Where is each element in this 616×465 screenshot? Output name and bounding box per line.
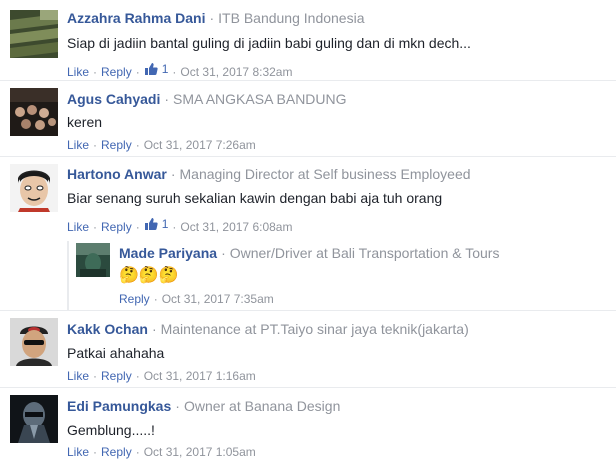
- separator-dot: ·: [151, 321, 157, 337]
- comment-item: Kakk Ochan · Maintenance at PT.Taiyo sinar…: [0, 310, 616, 386]
- avatar[interactable]: [10, 164, 58, 212]
- avatar-image: [10, 395, 58, 443]
- comment-author-link[interactable]: Edi Pamungkas: [67, 398, 171, 414]
- comment-actions: Like · Reply · 1 · Oct 31, 2017 8:32am: [67, 61, 292, 80]
- reply-button[interactable]: Reply: [101, 138, 132, 152]
- comment-actions: Like · Reply · Oct 31, 2017 1:16am: [67, 368, 256, 384]
- comment-author-link[interactable]: Azzahra Rahma Dani: [67, 10, 205, 26]
- comment-text: Siap di jadiin bantal guling di jadiin b…: [67, 35, 471, 51]
- like-button[interactable]: Like: [67, 65, 89, 79]
- comment-header: Agus Cahyadi · SMA ANGKASA BANDUNG: [67, 90, 347, 108]
- avatar[interactable]: [76, 243, 110, 277]
- comment-author-link[interactable]: Hartono Anwar: [67, 166, 167, 182]
- separator-dot: ·: [93, 445, 98, 459]
- comment-author-title: Managing Director at Self business Emplo…: [179, 166, 471, 182]
- comment-timestamp[interactable]: Oct 31, 2017 8:32am: [180, 65, 292, 79]
- comment-text: Biar senang suruh sekalian kawin dengan …: [67, 190, 443, 206]
- reply-item: Made Pariyana · Owner/Driver at Bali Trans…: [0, 236, 616, 308]
- comment-author-title: Maintenance at PT.Taiyo sinar jaya tekni…: [160, 321, 469, 337]
- comment-item: Azzahra Rahma Dani · ITB Bandung Indonesia…: [0, 0, 616, 79]
- comment-item: Hartono Anwar · Managing Director at Self …: [0, 156, 616, 235]
- avatar[interactable]: [10, 88, 58, 136]
- avatar-image: [10, 318, 58, 366]
- separator-dot: ·: [221, 245, 226, 261]
- separator-dot: ·: [153, 292, 158, 306]
- comment-item: Edi Pamungkas · Owner at Banana Design Gem…: [0, 387, 616, 463]
- comment-header: Kakk Ochan · Maintenance at PT.Taiyo sinar…: [67, 320, 469, 338]
- comment-header: Azzahra Rahma Dani · ITB Bandung Indonesia: [67, 9, 365, 27]
- separator-dot: ·: [93, 220, 98, 234]
- separator-dot: ·: [175, 398, 180, 414]
- separator-dot: ·: [135, 65, 140, 79]
- separator-dot: ·: [172, 220, 177, 234]
- comment-actions: Reply · Oct 31, 2017 7:35am: [119, 291, 274, 307]
- comment-author-title: Owner/Driver at Bali Transportation & To…: [229, 245, 500, 261]
- thumbs-up-icon: [144, 63, 158, 75]
- comment-timestamp[interactable]: Oct 31, 2017 1:05am: [144, 445, 256, 459]
- separator-dot: ·: [209, 10, 215, 26]
- comment-text: Gemblung.....!: [67, 422, 155, 438]
- reply-button[interactable]: Reply: [101, 220, 132, 234]
- reply-button[interactable]: Reply: [101, 445, 132, 459]
- like-button[interactable]: Like: [67, 138, 89, 152]
- separator-dot: ·: [135, 445, 140, 459]
- comment-header: Hartono Anwar · Managing Director at Self …: [67, 165, 471, 183]
- reply-button[interactable]: Reply: [101, 369, 132, 383]
- comment-text: Patkai ahahaha: [67, 345, 165, 361]
- comment-author-link[interactable]: Kakk Ochan: [67, 321, 148, 337]
- separator-dot: ·: [172, 65, 177, 79]
- like-count[interactable]: 1: [144, 61, 169, 77]
- comment-actions: Like · Reply · 1 · Oct 31, 2017 6:08am: [67, 216, 292, 235]
- separator-dot: ·: [170, 166, 176, 182]
- like-button[interactable]: Like: [67, 369, 89, 383]
- avatar[interactable]: [10, 395, 58, 443]
- comment-header: Edi Pamungkas · Owner at Banana Design: [67, 397, 340, 415]
- comment-timestamp[interactable]: Oct 31, 2017 1:16am: [144, 369, 256, 383]
- comment-author-title: SMA ANGKASA BANDUNG: [173, 91, 347, 107]
- avatar-image: [10, 10, 58, 58]
- reply-button[interactable]: Reply: [101, 65, 132, 79]
- separator-dot: ·: [93, 369, 98, 383]
- comment-text: keren: [67, 114, 103, 130]
- comment-actions: Like · Reply · Oct 31, 2017 7:26am: [67, 137, 256, 153]
- avatar-image: [76, 243, 110, 277]
- like-count-value: 1: [161, 62, 169, 76]
- comment-timestamp[interactable]: Oct 31, 2017 6:08am: [180, 220, 292, 234]
- reply-button[interactable]: Reply: [119, 292, 150, 306]
- avatar[interactable]: [10, 318, 58, 366]
- comment-author-title: Owner at Banana Design: [183, 398, 341, 414]
- like-count[interactable]: 1: [144, 216, 169, 232]
- like-count-value: 1: [161, 217, 169, 231]
- comment-item: Agus Cahyadi · SMA ANGKASA BANDUNG keren L…: [0, 80, 616, 156]
- avatar-image: [10, 88, 58, 136]
- thumbs-up-icon: [144, 218, 158, 230]
- comment-author-link[interactable]: Made Pariyana: [119, 245, 217, 261]
- like-button[interactable]: Like: [67, 220, 89, 234]
- avatar[interactable]: [10, 10, 58, 58]
- comment-author-title: ITB Bandung Indonesia: [218, 10, 365, 26]
- separator-dot: ·: [93, 65, 98, 79]
- comment-author-link[interactable]: Agus Cahyadi: [67, 91, 160, 107]
- comment-timestamp[interactable]: Oct 31, 2017 7:26am: [144, 138, 256, 152]
- separator-dot: ·: [135, 220, 140, 234]
- separator-dot: ·: [93, 138, 98, 152]
- comment-header: Made Pariyana · Owner/Driver at Bali Trans…: [119, 244, 499, 262]
- separator-dot: ·: [135, 369, 140, 383]
- comment-timestamp[interactable]: Oct 31, 2017 7:35am: [162, 292, 274, 306]
- separator-dot: ·: [135, 138, 140, 152]
- comment-text: 🤔🤔🤔: [119, 267, 179, 284]
- like-button[interactable]: Like: [67, 445, 89, 459]
- separator-dot: ·: [164, 91, 170, 107]
- comment-actions: Like · Reply · Oct 31, 2017 1:05am: [67, 444, 256, 460]
- avatar-image: [10, 164, 58, 212]
